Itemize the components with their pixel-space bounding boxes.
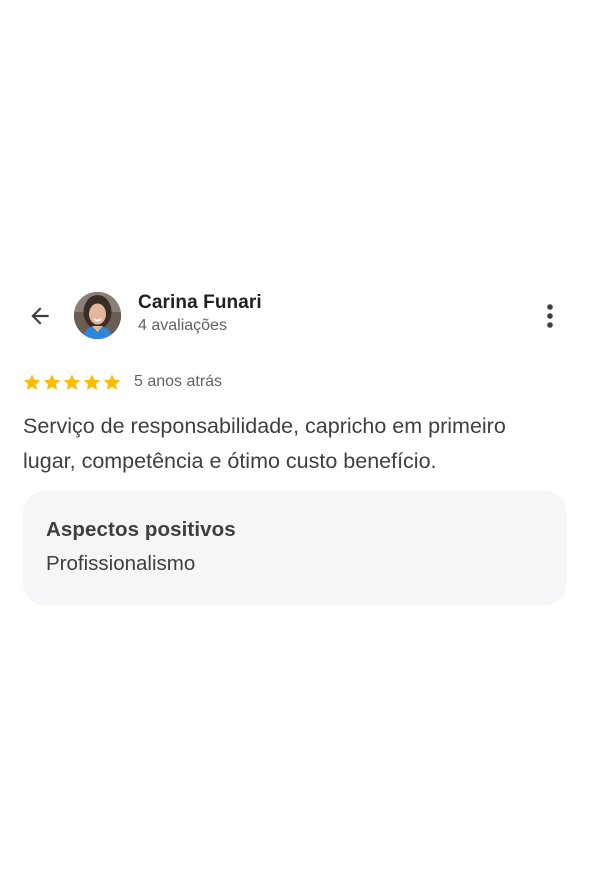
rating-row: 5 anos atrás — [22, 370, 222, 394]
star-icon — [63, 373, 81, 390]
arrow-left-icon — [31, 307, 49, 325]
back-button[interactable] — [22, 300, 58, 332]
review-date: 5 anos atrás — [134, 373, 223, 390]
star-icon — [103, 373, 121, 390]
star-icon — [83, 373, 101, 390]
star-rating — [22, 373, 122, 392]
aspects-title: Aspectos positivos — [46, 518, 236, 541]
star-icon — [43, 373, 61, 390]
review-text: Serviço de responsabilidade, capricho em… — [23, 414, 506, 473]
aspects-value: Profissionalismo — [46, 552, 196, 575]
author-info: Carina Funari 4 avaliações — [138, 292, 262, 337]
author-name[interactable]: Carina Funari — [138, 292, 262, 314]
author-review-count: 4 avaliações — [138, 317, 227, 334]
review-header: Carina Funari 4 avaliações — [0, 285, 590, 347]
avatar[interactable] — [74, 292, 121, 339]
more-options-button[interactable] — [534, 298, 566, 334]
avatar-photo — [74, 292, 121, 339]
star-icon — [23, 373, 41, 390]
more-vert-icon — [547, 304, 553, 328]
aspects-box: Aspectos positivos Profissionalismo — [23, 491, 567, 605]
review-card: Carina Funari 4 avaliações 5 anos atrás … — [0, 285, 590, 605]
